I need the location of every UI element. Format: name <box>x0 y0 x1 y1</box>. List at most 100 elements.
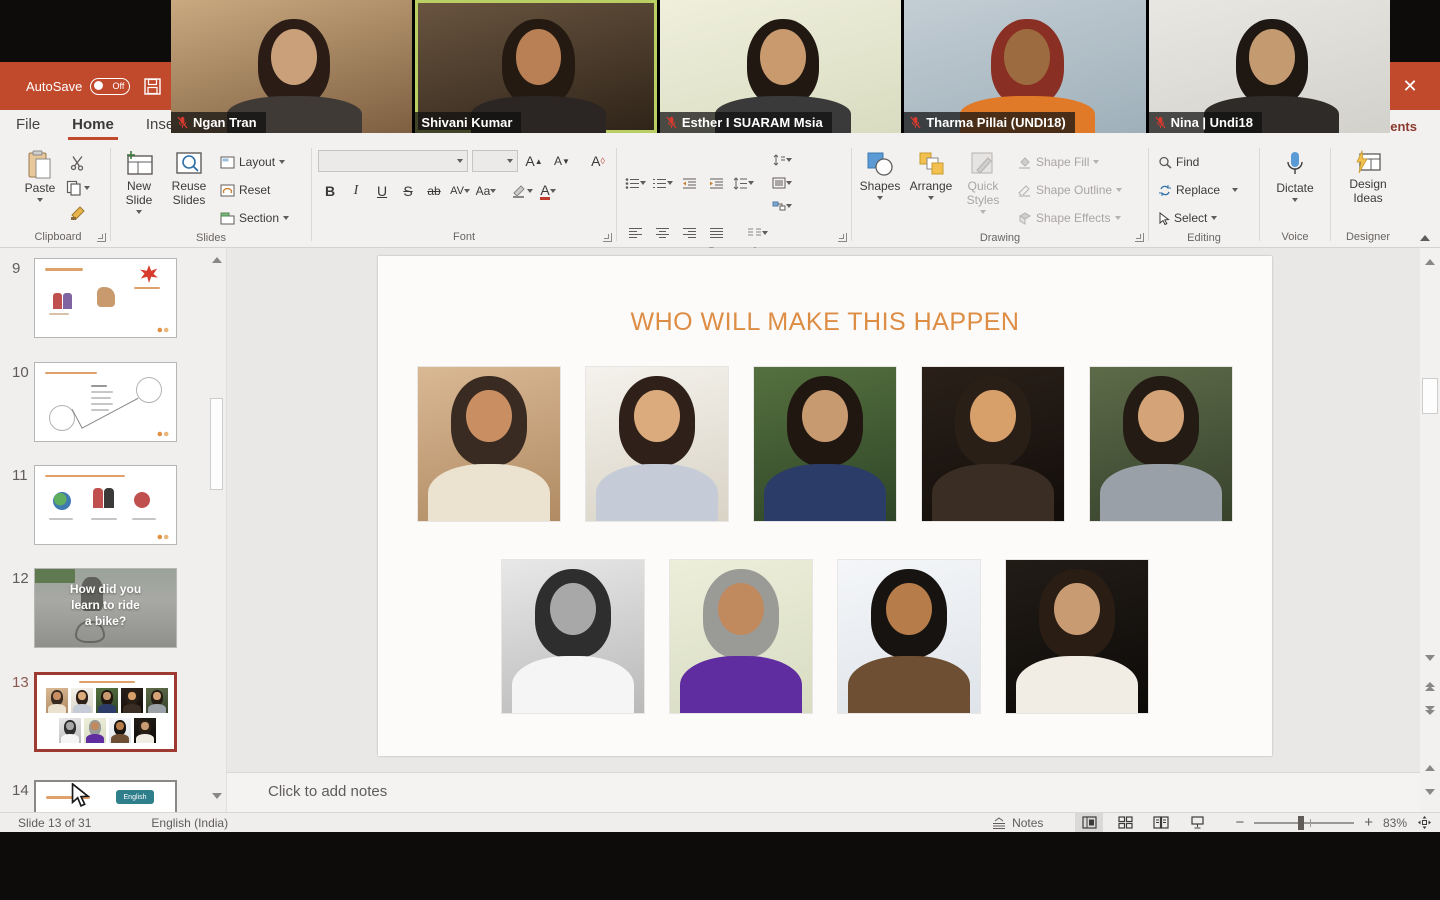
scroll-up-button[interactable] <box>1420 252 1440 272</box>
video-tile-shivani-kumar[interactable]: Shivani Kumar <box>415 0 656 133</box>
align-text-button[interactable] <box>770 173 794 193</box>
portrait-photo-3[interactable] <box>753 366 897 522</box>
thumbnail-panel-scrollbar[interactable] <box>209 248 224 812</box>
thumbnail-slide-10[interactable]: 10 <box>0 362 177 442</box>
notes-toggle-button[interactable]: Notes <box>991 816 1043 830</box>
convert-smartart-button[interactable] <box>770 196 794 216</box>
thumbnail-slide-12[interactable]: 12 How did you learn to ride a bike? <box>0 568 177 648</box>
shape-outline-button[interactable]: Shape Outline <box>1014 178 1125 202</box>
cut-button[interactable] <box>66 152 90 174</box>
align-right-button[interactable] <box>677 222 701 244</box>
notes-pane[interactable]: Click to add notes <box>227 772 1420 812</box>
save-icon[interactable] <box>144 78 161 95</box>
section-button[interactable]: Section <box>217 206 292 230</box>
change-case-button[interactable]: Aa <box>474 180 498 202</box>
main-scrollbar[interactable] <box>1420 248 1440 812</box>
video-tile-tharma-pillai[interactable]: Tharma Pillai (UNDI18) <box>904 0 1145 133</box>
panel-scroll-thumb[interactable] <box>210 398 223 490</box>
portrait-photo-1[interactable] <box>417 366 561 522</box>
highlight-color-button[interactable] <box>510 180 534 202</box>
notes-scroll-down-button[interactable] <box>1420 782 1440 802</box>
find-button[interactable]: Find <box>1155 150 1253 174</box>
fit-slide-to-window-icon[interactable] <box>1417 815 1432 830</box>
select-button[interactable]: Select <box>1155 206 1253 230</box>
clear-formatting-button[interactable]: A◊ <box>586 150 610 172</box>
next-slide-button[interactable] <box>1420 700 1440 720</box>
replace-button[interactable]: Replace <box>1155 178 1253 202</box>
close-button[interactable]: ✕ <box>1394 70 1426 102</box>
design-ideas-button[interactable]: Design Ideas <box>1342 146 1394 206</box>
character-spacing-button[interactable]: AV <box>448 180 472 202</box>
previous-slide-button[interactable] <box>1420 676 1440 696</box>
font-name-combobox[interactable] <box>318 150 468 172</box>
portrait-photo-5[interactable] <box>1089 366 1233 522</box>
video-tile-esther[interactable]: Esther I SUARAM Msia <box>660 0 901 133</box>
paragraph-dialog-launcher[interactable] <box>838 233 847 242</box>
portrait-photo-8[interactable] <box>837 559 981 714</box>
zoom-in-button[interactable]: + <box>1364 814 1373 831</box>
slide-canvas[interactable]: WHO WILL MAKE THIS HAPPEN <box>227 248 1420 772</box>
shrink-font-button[interactable]: A▼ <box>550 150 574 172</box>
text-direction-button[interactable] <box>770 150 794 170</box>
current-slide[interactable]: WHO WILL MAKE THIS HAPPEN <box>378 256 1272 756</box>
columns-button[interactable] <box>745 222 769 244</box>
slide-title[interactable]: WHO WILL MAKE THIS HAPPEN <box>378 308 1272 337</box>
panel-scroll-down[interactable] <box>207 786 227 806</box>
layout-button[interactable]: Layout <box>217 150 292 174</box>
reuse-slides-button[interactable]: Reuse Slides <box>165 146 213 230</box>
font-color-button[interactable]: A <box>536 180 560 202</box>
zoom-out-button[interactable]: − <box>1235 814 1244 831</box>
collapse-ribbon-button[interactable] <box>1420 235 1430 241</box>
tab-home[interactable]: Home <box>56 112 130 140</box>
autosave-toggle[interactable]: Off <box>90 78 130 95</box>
shape-effects-button[interactable]: Shape Effects <box>1014 206 1125 230</box>
bold-button[interactable]: B <box>318 180 342 202</box>
normal-view-button[interactable] <box>1075 813 1103 832</box>
underline-button[interactable]: U <box>370 180 394 202</box>
thumbnail-slide-9[interactable]: 9 <box>0 258 177 338</box>
scroll-down-button[interactable] <box>1420 648 1440 668</box>
reset-button[interactable]: Reset <box>217 178 292 202</box>
drawing-dialog-launcher[interactable] <box>1135 233 1144 242</box>
paste-button[interactable]: Paste <box>18 146 62 229</box>
arrange-button[interactable]: Arrange <box>906 146 956 230</box>
format-painter-button[interactable] <box>66 202 90 224</box>
zoom-slider-thumb[interactable] <box>1298 816 1304 830</box>
dictate-button[interactable]: Dictate <box>1273 146 1317 202</box>
tab-file[interactable]: File <box>0 112 56 140</box>
portrait-photo-7[interactable] <box>669 559 813 714</box>
zoom-level[interactable]: 83% <box>1383 816 1407 830</box>
reading-view-button[interactable] <box>1147 813 1175 832</box>
thumbnail-slide-11[interactable]: 11 <box>0 465 177 545</box>
clipboard-dialog-launcher[interactable] <box>97 233 106 242</box>
quick-styles-button[interactable]: Quick Styles <box>960 146 1006 230</box>
copy-button[interactable] <box>66 177 90 199</box>
numbering-button[interactable] <box>650 172 674 194</box>
panel-scroll-up[interactable] <box>207 250 227 270</box>
slide-sorter-view-button[interactable] <box>1111 813 1139 832</box>
align-center-button[interactable] <box>650 222 674 244</box>
text-shadow-button[interactable]: S <box>396 180 420 202</box>
grow-font-button[interactable]: A▲ <box>522 150 546 172</box>
thumbnail-slide-13-selected[interactable]: 13 <box>0 672 177 752</box>
shapes-button[interactable]: Shapes <box>858 146 902 230</box>
zoom-slider[interactable] <box>1254 822 1354 824</box>
autosave-control[interactable]: AutoSave Off <box>26 78 130 95</box>
increase-indent-button[interactable] <box>704 172 728 194</box>
portrait-photo-9[interactable] <box>1005 559 1149 714</box>
video-tile-ngan-tran[interactable]: Ngan Tran <box>171 0 412 133</box>
notes-placeholder[interactable]: Click to add notes <box>268 783 387 800</box>
line-spacing-button[interactable] <box>731 172 755 194</box>
notes-scroll-up-button[interactable] <box>1420 758 1440 778</box>
font-dialog-launcher[interactable] <box>603 233 612 242</box>
shape-fill-button[interactable]: Shape Fill <box>1014 150 1125 174</box>
slideshow-view-button[interactable] <box>1183 813 1211 832</box>
decrease-indent-button[interactable] <box>677 172 701 194</box>
align-left-button[interactable] <box>623 222 647 244</box>
strikethrough-button[interactable]: ab <box>422 180 446 202</box>
portrait-photo-2[interactable] <box>585 366 729 522</box>
italic-button[interactable]: I <box>344 180 368 202</box>
portrait-photo-6[interactable] <box>501 559 645 714</box>
video-tile-nina[interactable]: Nina | Undi18 <box>1149 0 1390 133</box>
language-status[interactable]: English (India) <box>151 816 228 830</box>
